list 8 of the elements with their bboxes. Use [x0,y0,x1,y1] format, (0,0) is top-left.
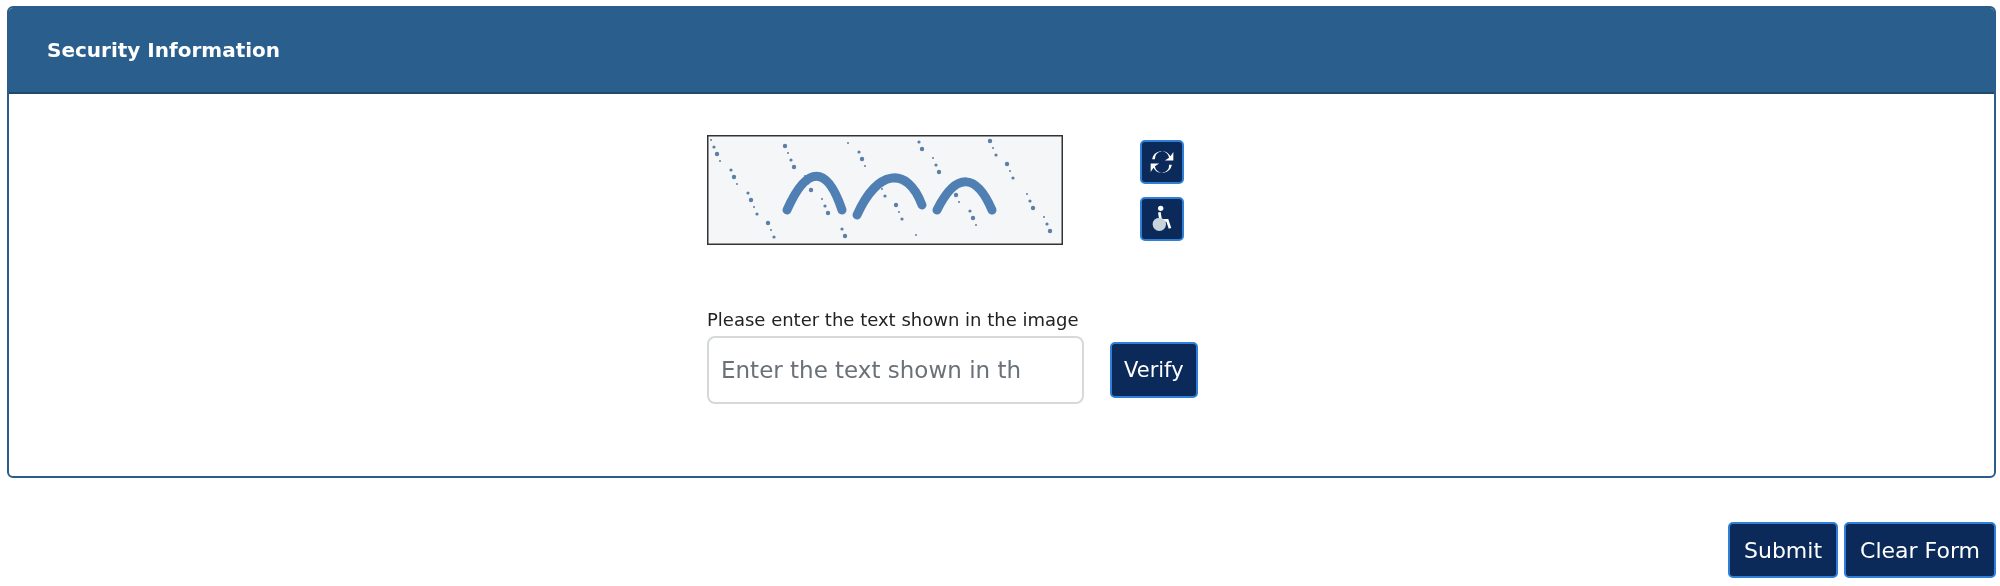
wheelchair-icon[interactable] [1140,197,1184,241]
form-button[interactable]: Clear Form [1844,522,1996,578]
captcha-input-field[interactable]: Enter the text shown in th [707,336,1084,404]
verify-button[interactable]: Verify [1110,342,1198,398]
form-button[interactable]: Submit [1728,522,1839,578]
refresh-icon[interactable] [1140,140,1184,184]
field-label: Please enter the text shown in the image [707,309,1080,330]
panel-title: Security Information [47,38,281,62]
